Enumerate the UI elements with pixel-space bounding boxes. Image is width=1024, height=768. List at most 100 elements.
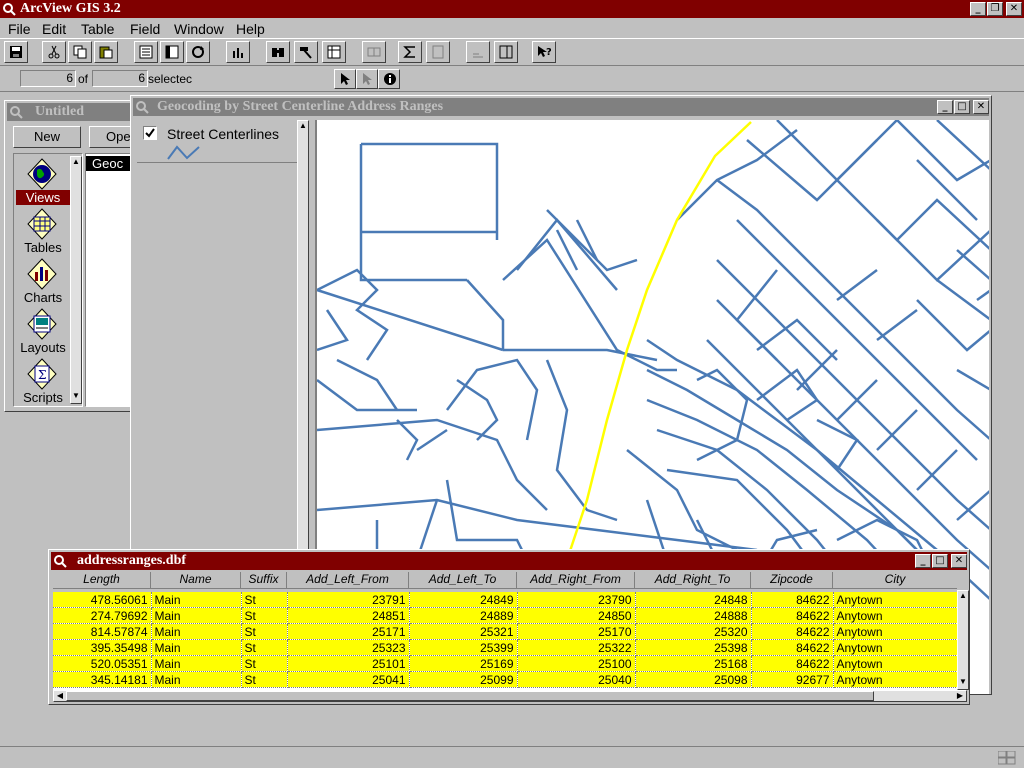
table-cell[interactable]: Anytown (833, 623, 957, 640)
column-header-add-right-from[interactable]: Add_Right_From (517, 572, 635, 588)
switch-selection-button[interactable] (186, 41, 210, 63)
table-row[interactable]: 345.14181 Main St 25041 25099 25040 25098 92677… (53, 671, 957, 688)
table-cell[interactable]: 84622 (751, 592, 834, 608)
table-cell[interactable]: St (241, 623, 288, 640)
menu-table[interactable]: Table (81, 21, 114, 37)
menu-file[interactable]: File (8, 21, 31, 37)
table-cell[interactable]: 84622 (751, 655, 834, 672)
column-header-length[interactable]: Length (53, 572, 151, 588)
table-cell[interactable]: 84622 (751, 607, 834, 624)
table-cell[interactable]: 24889 (409, 607, 518, 624)
layouts-icon-item[interactable]: Layouts (16, 306, 70, 356)
copy-button[interactable] (68, 41, 92, 63)
help-button[interactable]: ? (532, 41, 556, 63)
table-scroll-down-icon[interactable]: ▼ (958, 677, 968, 689)
column-header-city[interactable]: City (833, 572, 957, 588)
table-cell[interactable]: 84622 (751, 639, 834, 656)
summarize-button[interactable] (398, 41, 422, 63)
table-row[interactable]: 478.56061 Main St 23791 24849 23790 24848 84622… (53, 592, 957, 608)
find-button[interactable] (266, 41, 290, 63)
table-cell[interactable]: 25100 (517, 655, 636, 672)
table-cell[interactable]: 24848 (635, 592, 752, 608)
table-cell[interactable]: 84622 (751, 623, 834, 640)
table-cell[interactable]: Main (151, 623, 242, 640)
table-cell[interactable]: 25169 (409, 655, 518, 672)
table-scroll-up-icon[interactable]: ▲ (958, 591, 968, 603)
table-cell[interactable]: St (241, 607, 288, 624)
table-cell[interactable]: 25101 (287, 655, 410, 672)
table-cell[interactable]: 345.14181 (53, 671, 152, 688)
table-cell[interactable]: Main (151, 655, 242, 672)
column-header-add-left-to[interactable]: Add_Left_To (409, 572, 517, 588)
cut-button[interactable] (42, 41, 66, 63)
table-cell[interactable]: 24849 (409, 592, 518, 608)
table-cell[interactable]: 25041 (287, 671, 410, 688)
table-cell[interactable]: 92677 (751, 671, 834, 688)
menu-field[interactable]: Field (130, 21, 160, 37)
view-minimize-button[interactable]: _ (937, 100, 953, 114)
pointer-tool[interactable] (334, 69, 356, 89)
close-button[interactable]: ✕ (1006, 2, 1022, 16)
table-cell[interactable]: 478.56061 (53, 592, 152, 608)
toc-scrollbar[interactable]: ▲ (297, 120, 309, 550)
save-button[interactable] (4, 41, 28, 63)
table-cell[interactable]: St (241, 592, 288, 608)
table-cell[interactable]: 24888 (635, 607, 752, 624)
table-cell[interactable]: St (241, 639, 288, 656)
table-cell[interactable]: 814.57874 (53, 623, 152, 640)
menu-help[interactable]: Help (236, 21, 265, 37)
table-cell[interactable]: 25398 (635, 639, 752, 656)
sort-ascending-button[interactable] (466, 41, 490, 63)
table-cell[interactable]: 23790 (517, 592, 636, 608)
views-icon-item[interactable]: Views (16, 156, 70, 206)
table-cell[interactable]: 25099 (409, 671, 518, 688)
table-cell[interactable]: Anytown (833, 655, 957, 672)
table-cell[interactable]: Anytown (833, 671, 957, 688)
table-cell[interactable]: 23791 (287, 592, 410, 608)
column-header-add-left-from[interactable]: Add_Left_From (287, 572, 409, 588)
column-header-add-right-to[interactable]: Add_Right_To (635, 572, 751, 588)
properties-button[interactable] (134, 41, 158, 63)
table-cell[interactable]: 520.05351 (53, 655, 152, 672)
toc-scroll-up-icon[interactable]: ▲ (298, 121, 308, 133)
calculate-button[interactable] (426, 41, 450, 63)
scroll-up-icon[interactable]: ▲ (71, 157, 81, 169)
table-cell[interactable]: Main (151, 671, 242, 688)
open-button[interactable]: Ope (89, 126, 131, 148)
paste-button[interactable] (94, 41, 118, 63)
table-row[interactable]: 274.79692 Main St 24851 24889 24850 24888 84622… (53, 607, 957, 624)
table-cell[interactable]: 274.79692 (53, 607, 152, 624)
list-item[interactable]: Geoc (86, 156, 130, 171)
table-cell[interactable]: 25399 (409, 639, 518, 656)
table-cell[interactable]: 24850 (517, 607, 636, 624)
table-cell[interactable]: 25168 (635, 655, 752, 672)
view-maximize-button[interactable]: □ (954, 100, 970, 114)
table-cell[interactable]: St (241, 655, 288, 672)
identify-tool[interactable] (378, 69, 400, 89)
menu-window[interactable]: Window (174, 21, 224, 37)
menu-edit[interactable]: Edit (42, 21, 66, 37)
charts-icon-item[interactable]: Charts (16, 256, 70, 306)
table-cell[interactable]: 25322 (517, 639, 636, 656)
view-close-button[interactable]: ✕ (973, 100, 989, 114)
join-button[interactable] (362, 41, 386, 63)
table-cell[interactable]: 25040 (517, 671, 636, 688)
create-chart-button[interactable] (226, 41, 250, 63)
select-all-button[interactable] (160, 41, 184, 63)
table-minimize-button[interactable]: _ (915, 554, 931, 568)
table-row[interactable]: 395.35498 Main St 25323 25399 25322 25398 84622… (53, 639, 957, 656)
layer-entry[interactable]: Street Centerlines (137, 122, 297, 163)
table-cell[interactable]: 25321 (409, 623, 518, 640)
restore-button[interactable]: ❐ (987, 2, 1003, 16)
table-cell[interactable]: 25171 (287, 623, 410, 640)
table-cell[interactable]: 24851 (287, 607, 410, 624)
sort-button[interactable] (322, 41, 346, 63)
layer-visibility-checkbox[interactable] (143, 126, 157, 140)
table-maximize-button[interactable]: □ (932, 554, 948, 568)
column-header-zipcode[interactable]: Zipcode (751, 572, 833, 588)
table-cell[interactable]: Main (151, 607, 242, 624)
table-cell[interactable]: St (241, 671, 288, 688)
table-cell[interactable]: 25323 (287, 639, 410, 656)
table-close-button[interactable]: ✕ (951, 554, 967, 568)
resize-grip-icon[interactable] (997, 750, 1016, 768)
